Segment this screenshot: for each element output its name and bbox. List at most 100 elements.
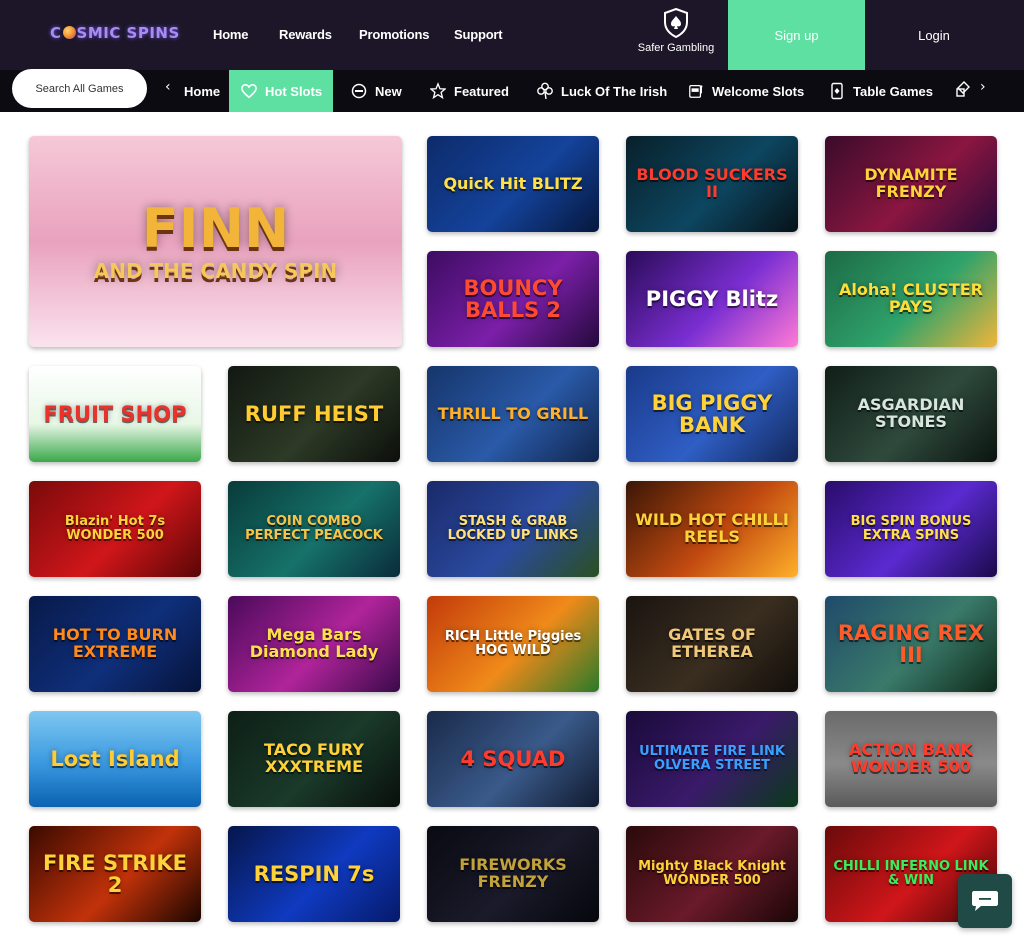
game-subtitle-text: AND THE CANDY SPIN: [93, 259, 338, 284]
game-title: COIN COMBO PERFECT PEACOCK: [228, 515, 400, 542]
category-luck-of-the-irish[interactable]: Luck Of The Irish: [537, 70, 667, 112]
game-tile[interactable]: RAGING REX III: [825, 596, 997, 692]
game-tile[interactable]: WILD HOT CHILLI REELS: [626, 481, 798, 577]
game-title: BIG PIGGY BANK: [626, 392, 798, 436]
nav-rewards-link[interactable]: Rewards: [279, 27, 332, 42]
category-featured[interactable]: Featured: [430, 70, 509, 112]
logo-suffix: SMIC SPINS: [76, 24, 180, 42]
game-tile[interactable]: STASH & GRAB LOCKED UP LINKS: [427, 481, 599, 577]
game-title: Mighty Black Knight WONDER 500: [626, 860, 798, 887]
game-tile[interactable]: BOUNCY BALLS 2: [427, 251, 599, 347]
spade-shield-icon: [664, 8, 688, 38]
game-tile[interactable]: Lost Island: [29, 711, 201, 807]
game-tile[interactable]: THRILL TO GRILL: [427, 366, 599, 462]
game-title-text: RAGING REX III: [837, 620, 985, 667]
login-button[interactable]: Login: [880, 0, 988, 70]
slot-machine-icon: [688, 83, 704, 99]
game-tile[interactable]: DYNAMITE FRENZY: [825, 136, 997, 232]
game-title-text: THRILL TO GRILL: [437, 403, 589, 423]
logo-prefix: C: [50, 24, 62, 42]
game-tile[interactable]: Blazin' Hot 7s WONDER 500: [29, 481, 201, 577]
game-title: Blazin' Hot 7s WONDER 500: [29, 515, 201, 542]
game-title: HOT TO BURN EXTREME: [29, 625, 201, 661]
nav-support-link[interactable]: Support: [454, 27, 503, 42]
chevron-right-icon[interactable]: ›: [980, 79, 986, 95]
game-title-text: FIREWORKS FRENZY: [459, 855, 567, 891]
game-title-text: Mighty Black Knight WONDER 500: [638, 859, 786, 888]
game-tile[interactable]: ACTION BANK WONDER 500: [825, 711, 997, 807]
game-tile[interactable]: HOT TO BURN EXTREME: [29, 596, 201, 692]
search-games-input[interactable]: Search All Games: [12, 69, 147, 108]
game-title: ULTIMATE FIRE LINK OLVERA STREET: [626, 745, 798, 772]
game-tile[interactable]: Mighty Black Knight WONDER 500: [626, 826, 798, 922]
chevron-left-icon[interactable]: ‹: [165, 79, 171, 95]
category-table-games[interactable]: Table Games: [829, 70, 933, 112]
safer-gambling-label: Safer Gambling: [637, 42, 715, 54]
game-tile[interactable]: GATES OF ETHEREA: [626, 596, 798, 692]
game-title: Quick Hit BLITZ: [437, 175, 588, 193]
category-home[interactable]: Home: [184, 70, 220, 112]
game-tile[interactable]: ULTIMATE FIRE LINK OLVERA STREET: [626, 711, 798, 807]
game-title: RESPIN 7s: [248, 863, 381, 885]
game-title: THRILL TO GRILL: [432, 403, 594, 423]
game-tile[interactable]: FIREWORKS FRENZY: [427, 826, 599, 922]
safer-gambling-link[interactable]: Safer Gambling: [628, 8, 724, 64]
game-title-text: Lost Island: [50, 746, 180, 771]
game-tile[interactable]: BIG SPIN BONUS EXTRA SPINS: [825, 481, 997, 577]
nav-home-link[interactable]: Home: [213, 27, 249, 42]
category-welcome-slots-label: Welcome Slots: [712, 83, 805, 99]
game-tile[interactable]: BIG PIGGY BANK: [626, 366, 798, 462]
game-title-text: TACO FURY XXXTREME: [264, 740, 364, 776]
game-title: PIGGY Blitz: [640, 288, 784, 310]
game-tile[interactable]: Aloha! CLUSTER PAYS: [825, 251, 997, 347]
category-hot-slots[interactable]: Hot Slots: [229, 70, 334, 112]
clover-icon: [537, 82, 553, 100]
game-tile[interactable]: BLOOD SUCKERS II: [626, 136, 798, 232]
game-tile[interactable]: RICH Little Piggies HOG WILD: [427, 596, 599, 692]
game-title-text: BIG PIGGY BANK: [651, 390, 773, 437]
game-tile[interactable]: RESPIN 7s: [228, 826, 400, 922]
game-title-text: HOT TO BURN EXTREME: [52, 625, 178, 661]
game-title-text: FRUIT SHOP: [43, 401, 187, 426]
game-tile[interactable]: FRUIT SHOP: [29, 366, 201, 462]
game-tile[interactable]: 4 SQUAD: [427, 711, 599, 807]
game-title: GATES OF ETHEREA: [626, 625, 798, 661]
cosmic-spins-logo[interactable]: C SMIC SPINS: [50, 24, 180, 42]
game-title-text: GATES OF ETHEREA: [668, 625, 756, 661]
game-title-text: FIRE STRIKE 2: [42, 850, 188, 897]
game-title: STASH & GRAB LOCKED UP LINKS: [427, 515, 599, 542]
game-tile[interactable]: ASGARDIAN STONES: [825, 366, 997, 462]
game-tile[interactable]: COIN COMBO PERFECT PEACOCK: [228, 481, 400, 577]
signup-button[interactable]: Sign up: [728, 0, 865, 70]
game-title: DYNAMITE FRENZY: [825, 166, 997, 201]
game-title: TACO FURY XXXTREME: [228, 740, 400, 776]
category-welcome-slots[interactable]: Welcome Slots: [688, 70, 804, 112]
game-tile[interactable]: FINN AND THE CANDY SPIN: [29, 136, 402, 347]
game-title-text: RICH Little Piggies HOG WILD: [444, 629, 582, 658]
game-tile[interactable]: Quick Hit BLITZ: [427, 136, 599, 232]
game-title: RAGING REX III: [825, 622, 997, 666]
heart-icon: [241, 83, 257, 99]
game-title: Mega Bars Diamond Lady: [228, 625, 400, 661]
game-title: WILD HOT CHILLI REELS: [626, 510, 798, 546]
game-title-text: WILD HOT CHILLI REELS: [635, 510, 789, 546]
category-new[interactable]: New: [351, 70, 402, 112]
game-tile[interactable]: FIRE STRIKE 2: [29, 826, 201, 922]
category-luck-of-the-irish-label: Luck Of The Irish: [561, 83, 668, 99]
chat-button[interactable]: [958, 874, 1012, 928]
game-tile[interactable]: TACO FURY XXXTREME: [228, 711, 400, 807]
nav-promotions-link[interactable]: Promotions: [359, 27, 429, 42]
game-tile[interactable]: Mega Bars Diamond Lady: [228, 596, 400, 692]
game-tile[interactable]: PIGGY Blitz: [626, 251, 798, 347]
game-title: Aloha! CLUSTER PAYS: [825, 281, 997, 316]
game-title-text: ULTIMATE FIRE LINK OLVERA STREET: [639, 744, 785, 773]
game-title-text: Mega Bars Diamond Lady: [249, 625, 379, 661]
game-title-text: BIG SPIN BONUS EXTRA SPINS: [850, 514, 972, 543]
game-title: BIG SPIN BONUS EXTRA SPINS: [825, 515, 997, 542]
game-tile[interactable]: RUFF HEIST: [228, 366, 400, 462]
game-title: Lost Island: [44, 748, 185, 770]
new-icon: [351, 83, 367, 99]
game-title-text: RESPIN 7s: [253, 861, 375, 886]
game-title: RICH Little Piggies HOG WILD: [427, 630, 599, 657]
game-title-text: 4 SQUAD: [460, 746, 566, 771]
